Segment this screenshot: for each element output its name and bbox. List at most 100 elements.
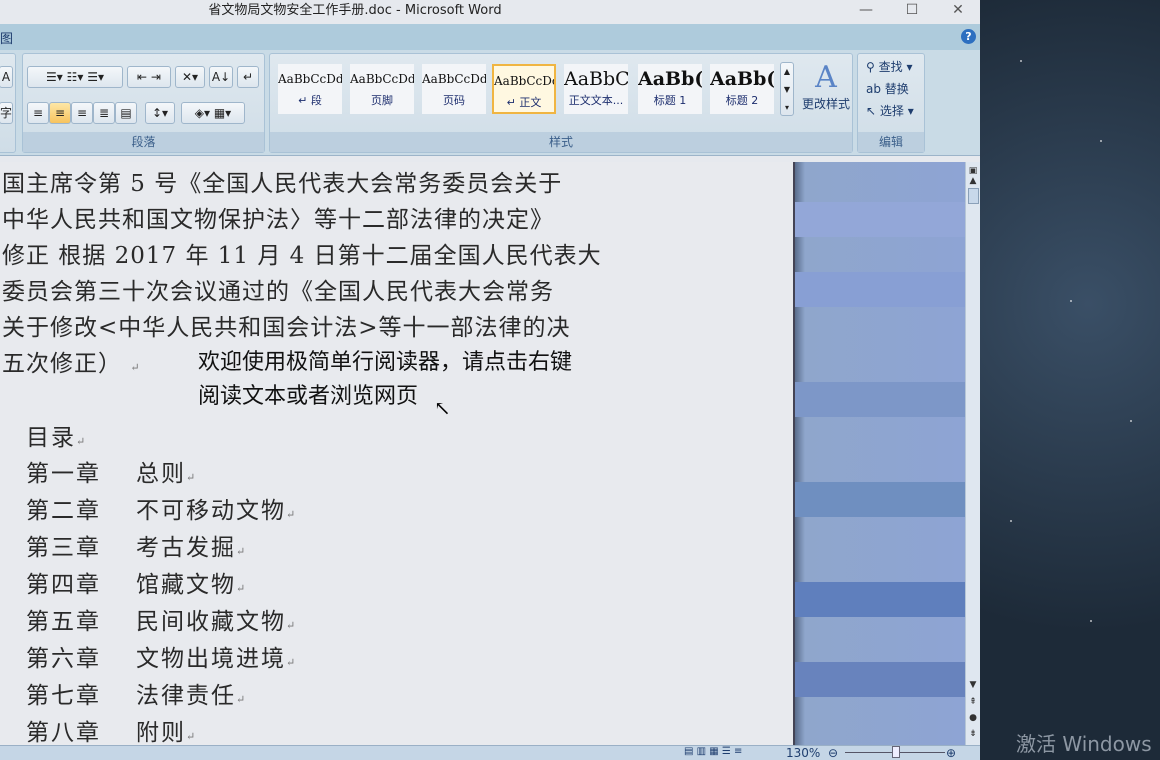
show-marks-icon[interactable]: ↵ <box>237 66 259 88</box>
align-right-button[interactable]: ≡ <box>71 102 93 124</box>
ribbon-tabs: 图 ? <box>0 24 980 50</box>
toc-title: 目录↵ <box>26 418 87 452</box>
change-styles-button[interactable]: A 更改样式 <box>800 60 852 112</box>
maximize-button[interactable]: ☐ <box>892 0 932 20</box>
chapter-number: 第四章 <box>26 572 101 598</box>
align-center-button[interactable]: ≡ <box>49 102 71 124</box>
minimize-button[interactable]: — <box>846 0 886 20</box>
align-left-button[interactable]: ≡ <box>27 102 49 124</box>
toc-entry[interactable]: 第四章馆藏文物↵ <box>26 565 101 599</box>
chapter-title: 总则 <box>136 461 186 487</box>
body-line: 修正 根据 2017 年 11 月 4 日第十二届全国人民代表大 <box>2 236 602 270</box>
style-2[interactable]: AaBbCcDd页码 <box>422 64 486 114</box>
toc-entry[interactable]: 第五章民间收藏文物↵ <box>26 602 101 636</box>
styles-scroll[interactable]: ▲▼▾ <box>780 62 794 116</box>
toc-entry[interactable]: 第一章总则↵ <box>26 454 101 488</box>
replace-button[interactable]: ab 替换 <box>866 80 909 97</box>
chapter-number: 第一章 <box>26 461 101 487</box>
toc-entry[interactable]: 第六章文物出境进境↵ <box>26 639 101 673</box>
line-text: 国主席令第 5 号《全国人民代表大会常务委员会关于 <box>2 171 562 197</box>
editing-group: ⚲ 查找 ▾ ab 替换 ↖ 选择 ▾ 编辑 <box>857 53 925 153</box>
indent-buttons[interactable]: ⇤ ⇥ <box>127 66 171 88</box>
browse-object-icon[interactable]: ● <box>966 713 980 723</box>
body-line: 委员会第三十次会议通过的《全国人民代表大会常务 <box>2 272 554 306</box>
tab-view[interactable]: 图 <box>0 28 13 47</box>
chapter-number: 第六章 <box>26 646 101 672</box>
style-name: ↵ 段 <box>278 92 342 108</box>
chapter-title: 法律责任 <box>136 683 236 709</box>
scroll-thumb[interactable] <box>968 188 979 204</box>
distribute-button[interactable]: ▤ <box>115 102 137 124</box>
next-page-icon[interactable]: ⇟ <box>966 729 980 739</box>
replace-label: 替换 <box>885 82 909 96</box>
vertical-scrollbar[interactable]: ▣ ▲ ▼ ⇞ ● ⇟ <box>965 162 980 745</box>
chinese-layout-icon[interactable]: ✕▾ <box>175 66 205 88</box>
document-page[interactable]: 国主席令第 5 号《全国人民代表大会常务委员会关于中华人民共和国文物保护法〉等十… <box>0 162 793 745</box>
style-1[interactable]: AaBbCcDdI页脚 <box>350 64 414 114</box>
style-4[interactable]: AaBbC正文文本... <box>564 64 628 114</box>
find-button[interactable]: ⚲ 查找 ▾ <box>866 58 912 75</box>
cursor-icon: ↖ <box>866 104 880 118</box>
paragraph-mark: ↵ <box>236 545 247 558</box>
toc-entry[interactable]: 第三章考古发掘↵ <box>26 528 101 562</box>
select-button[interactable]: ↖ 选择 ▾ <box>866 102 914 119</box>
font-group-partial: A 字 <box>0 53 16 153</box>
find-label: 查找 <box>879 60 903 74</box>
chapter-title: 文物出境进境 <box>136 646 286 672</box>
style-name: 页脚 <box>350 92 414 108</box>
list-buttons[interactable]: ☰▾ ☷▾ ☰▾ <box>27 66 123 88</box>
chapter-title: 民间收藏文物 <box>136 609 286 635</box>
replace-icon: ab <box>866 82 885 96</box>
style-name: 页码 <box>422 92 486 108</box>
style-6[interactable]: AaBb(标题 2 <box>710 64 774 114</box>
line-text: 关于修改<中华人民共和国会计法>等十一部法律的决 <box>2 315 571 341</box>
justify-button[interactable]: ≣ <box>93 102 115 124</box>
paragraph-mark: ↵ <box>286 508 297 521</box>
body-line: 国主席令第 5 号《全国人民代表大会常务委员会关于 <box>2 164 562 198</box>
style-5[interactable]: AaBb(标题 1 <box>638 64 702 114</box>
prev-page-icon[interactable]: ⇞ <box>966 697 980 707</box>
close-button[interactable]: ✕ <box>938 0 978 20</box>
ruler-toggle-icon[interactable]: ▣ <box>966 166 980 176</box>
body-line: 中华人民共和国文物保护法〉等十二部法律的决定》 <box>2 200 554 234</box>
zoom-slider-thumb[interactable] <box>892 746 900 758</box>
select-label: 选择 <box>880 104 904 118</box>
zoom-level[interactable]: 130% <box>786 746 820 760</box>
chapter-number: 第三章 <box>26 535 101 561</box>
view-buttons[interactable]: ▤ ▥ ▦ ☰ ≡ <box>684 746 742 757</box>
style-preview: AaBb( <box>710 64 774 92</box>
toc-entry[interactable]: 第八章附则↵ <box>26 713 101 745</box>
scroll-down-icon[interactable]: ▼ <box>966 680 980 690</box>
chapter-number: 第七章 <box>26 683 101 709</box>
ribbon: A 字 ☰▾ ☷▾ ☰▾ ⇤ ⇥ ✕▾ A↓ ↵ ≡ ≡ ≡ ≣ ▤ ↕▾ ◈▾… <box>0 50 980 156</box>
help-icon[interactable]: ? <box>961 29 976 44</box>
styles-group-label: 样式 <box>270 132 852 152</box>
toc-title-text: 目录 <box>26 425 76 451</box>
chapter-title: 附则 <box>136 720 186 745</box>
line-spacing-icon[interactable]: ↕▾ <box>145 102 175 124</box>
change-styles-label: 更改样式 <box>802 97 850 111</box>
toc-entry[interactable]: 第七章法律责任↵ <box>26 676 101 710</box>
style-preview: AaBbC <box>564 64 628 92</box>
activate-windows-watermark: 激活 Windows <box>1016 728 1152 757</box>
paragraph-mark: ↵ <box>286 656 297 669</box>
paragraph-mark: ↵ <box>186 730 197 743</box>
paragraph-mark: ↵ <box>186 471 197 484</box>
status-bar: ▤ ▥ ▦ ☰ ≡ 130% ⊖ ⊕ <box>0 745 980 760</box>
toc-entry[interactable]: 第二章不可移动文物↵ <box>26 491 101 525</box>
chapter-title: 馆藏文物 <box>136 572 236 598</box>
sort-icon[interactable]: A↓ <box>209 66 233 88</box>
line-text: 中华人民共和国文物保护法〉等十二部法律的决定》 <box>2 207 554 233</box>
zoom-in-icon[interactable]: ⊕ <box>946 746 956 760</box>
style-3[interactable]: AaBbCcDc↵ 正文 <box>492 64 556 114</box>
style-0[interactable]: AaBbCcDdI↵ 段 <box>278 64 342 114</box>
style-preview: AaBbCcDdI <box>350 64 414 92</box>
zoom-out-icon[interactable]: ⊖ <box>828 746 838 760</box>
chapter-title: 考古发掘 <box>136 535 236 561</box>
char-border-icon[interactable]: A <box>0 66 13 88</box>
scroll-up-icon[interactable]: ▲ <box>966 176 980 186</box>
style-preview: AaBbCcDc <box>494 66 554 94</box>
enclose-char-icon[interactable]: 字 <box>0 102 13 124</box>
document-margin-area <box>793 162 965 745</box>
shading-border-buttons[interactable]: ◈▾ ▦▾ <box>181 102 245 124</box>
